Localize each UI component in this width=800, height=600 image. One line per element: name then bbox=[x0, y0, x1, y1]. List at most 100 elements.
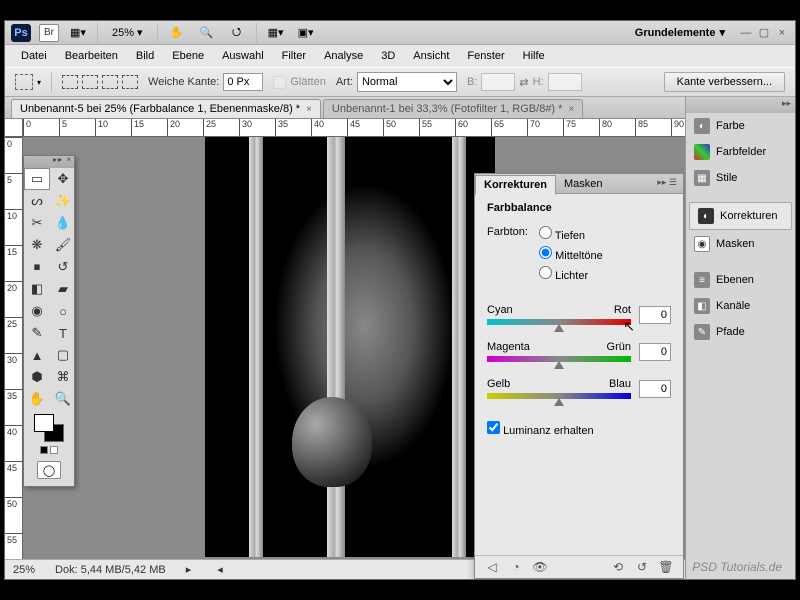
menu-datei[interactable]: Datei bbox=[13, 47, 55, 65]
ruler-vertical[interactable]: 0510152025303540455055 bbox=[5, 137, 23, 559]
ruler-horizontal[interactable]: 051015202530354045505560657075808590 bbox=[23, 119, 685, 137]
maximize-button[interactable]: ▢ bbox=[757, 26, 771, 40]
status-zoom[interactable]: 25% bbox=[13, 564, 35, 576]
close-button[interactable]: × bbox=[775, 26, 789, 40]
zoom-tool[interactable]: 🔍 bbox=[50, 388, 76, 410]
lasso-tool[interactable]: ᔕ bbox=[24, 190, 50, 212]
sel-intersect-icon[interactable] bbox=[122, 75, 138, 89]
radio-tiefen[interactable]: Tiefen bbox=[539, 226, 603, 242]
shape-tool[interactable]: ▢ bbox=[50, 344, 76, 366]
panel-pfade[interactable]: ✎Pfade bbox=[686, 319, 795, 345]
hand-tool-shortcut[interactable]: ✋ bbox=[166, 24, 188, 42]
3d-tool[interactable]: ⬢ bbox=[24, 366, 50, 388]
prev-state-icon[interactable]: ⟲ bbox=[611, 560, 625, 574]
panel-stile[interactable]: ▦Stile bbox=[686, 165, 795, 191]
menu-auswahl[interactable]: Auswahl bbox=[214, 47, 272, 65]
brush-tool[interactable]: 🖌 bbox=[50, 234, 76, 256]
color-icon: ◐ bbox=[694, 118, 710, 134]
marquee-tool[interactable]: ▭ bbox=[24, 168, 50, 190]
menu-ebene[interactable]: Ebene bbox=[164, 47, 212, 65]
style-select[interactable]: Normal bbox=[357, 72, 457, 92]
type-tool[interactable]: T bbox=[50, 322, 76, 344]
screen-mode[interactable]: ▣▾ bbox=[295, 24, 317, 42]
docs-dropdown[interactable]: ▦▾ bbox=[67, 24, 89, 42]
visibility-icon[interactable]: 👁 bbox=[533, 560, 547, 574]
value-cyan-red[interactable] bbox=[639, 306, 671, 324]
wand-tool[interactable]: ✨ bbox=[50, 190, 76, 212]
reset-icon[interactable]: ↺ bbox=[635, 560, 649, 574]
menu-analyse[interactable]: Analyse bbox=[316, 47, 371, 65]
crop-tool[interactable]: ✂ bbox=[24, 212, 50, 234]
luminance-checkbox[interactable]: Luminanz erhalten bbox=[487, 425, 594, 437]
move-tool[interactable]: ✥ bbox=[50, 168, 76, 190]
doc-tab-1[interactable]: Unbenannt-5 bei 25% (Farbbalance 1, Eben… bbox=[11, 99, 321, 118]
zoom-tool-shortcut[interactable]: 🔍 bbox=[196, 24, 218, 42]
quickmask-toggle[interactable]: ◯ bbox=[37, 461, 61, 479]
sel-new-icon[interactable] bbox=[62, 75, 78, 89]
menu-ansicht[interactable]: Ansicht bbox=[405, 47, 457, 65]
panel-ebenen[interactable]: ≡Ebenen bbox=[686, 267, 795, 293]
close-icon[interactable]: × bbox=[306, 104, 312, 115]
dodge-tool[interactable]: ○ bbox=[50, 300, 76, 322]
panel-farbfelder[interactable]: Farbfelder bbox=[686, 139, 795, 165]
value-magenta-green[interactable] bbox=[639, 343, 671, 361]
status-menu-icon[interactable]: ▸ bbox=[186, 563, 192, 576]
toolbox-header[interactable] bbox=[24, 156, 74, 168]
refine-edge-button[interactable]: Kante verbessern... bbox=[664, 72, 785, 92]
menu-filter[interactable]: Filter bbox=[274, 47, 314, 65]
radio-mitteltoene[interactable]: Mitteltöne bbox=[539, 246, 603, 262]
panel-korrekturen[interactable]: ◐Korrekturen bbox=[689, 202, 792, 230]
sel-add-icon[interactable] bbox=[82, 75, 98, 89]
minimize-button[interactable]: — bbox=[739, 26, 753, 40]
gradient-tool[interactable]: ▰ bbox=[50, 278, 76, 300]
panel-masken[interactable]: ◉Masken bbox=[686, 231, 795, 257]
slider-magenta-green[interactable] bbox=[487, 356, 631, 362]
radio-lichter[interactable]: Lichter bbox=[539, 266, 603, 282]
eyedropper-tool[interactable]: 💧 bbox=[50, 212, 76, 234]
trash-icon[interactable]: 🗑 bbox=[659, 560, 673, 574]
zoom-select[interactable]: 25%▾ bbox=[106, 26, 149, 39]
slider-yellow-blue[interactable] bbox=[487, 393, 631, 399]
menu-3d[interactable]: 3D bbox=[373, 47, 403, 65]
foreground-color[interactable] bbox=[34, 414, 54, 432]
tool-preset-icon[interactable] bbox=[15, 74, 33, 90]
menu-fenster[interactable]: Fenster bbox=[459, 47, 512, 65]
document-canvas[interactable] bbox=[205, 137, 495, 557]
clip-icon[interactable]: ◔ bbox=[509, 560, 523, 574]
rotate-view-shortcut[interactable]: ⭯ bbox=[226, 24, 248, 42]
bridge-logo[interactable]: Br bbox=[39, 24, 59, 42]
panel-group-header[interactable] bbox=[686, 97, 795, 113]
tab-masken[interactable]: Masken bbox=[556, 175, 611, 193]
panel-collapse-icon[interactable]: ▸▸ ☰ bbox=[657, 177, 677, 188]
hand-tool[interactable]: ✋ bbox=[24, 388, 50, 410]
history-brush-tool[interactable]: ↺ bbox=[50, 256, 76, 278]
panel-title: Farbbalance bbox=[487, 202, 671, 214]
feather-input[interactable] bbox=[223, 73, 263, 91]
close-icon[interactable]: × bbox=[568, 104, 574, 115]
sel-sub-icon[interactable] bbox=[102, 75, 118, 89]
foreground-background-swatch[interactable] bbox=[34, 414, 64, 442]
tab-korrekturen[interactable]: Korrekturen bbox=[475, 175, 556, 195]
menu-hilfe[interactable]: Hilfe bbox=[515, 47, 553, 65]
panel-farbe[interactable]: ◐Farbe bbox=[686, 113, 795, 139]
antialias-label: Glätten bbox=[290, 76, 325, 88]
pen-tool[interactable]: ✎ bbox=[24, 322, 50, 344]
menu-bild[interactable]: Bild bbox=[128, 47, 162, 65]
3d-cam-tool[interactable]: ⌘ bbox=[50, 366, 76, 388]
scroll-left-icon[interactable]: ◂ bbox=[217, 563, 223, 576]
arrange-docs[interactable]: ▦▾ bbox=[265, 24, 287, 42]
eraser-tool[interactable]: ◧ bbox=[24, 278, 50, 300]
workspace-switcher[interactable]: Grundelemente▾ bbox=[629, 26, 731, 39]
value-yellow-blue[interactable] bbox=[639, 380, 671, 398]
farbton-label: Farbton: bbox=[487, 226, 528, 238]
stamp-tool[interactable]: ⏹ bbox=[24, 256, 50, 278]
menu-bearbeiten[interactable]: Bearbeiten bbox=[57, 47, 126, 65]
slider-cyan-red[interactable] bbox=[487, 319, 631, 325]
panel-kanaele[interactable]: ◧Kanäle bbox=[686, 293, 795, 319]
doc-tab-2[interactable]: Unbenannt-1 bei 33,3% (Fotofilter 1, RGB… bbox=[323, 99, 583, 118]
ruler-origin[interactable] bbox=[5, 119, 23, 137]
path-select-tool[interactable]: ▲ bbox=[24, 344, 50, 366]
heal-tool[interactable]: ❋ bbox=[24, 234, 50, 256]
blur-tool[interactable]: ◉ bbox=[24, 300, 50, 322]
back-icon[interactable]: ◁ bbox=[485, 560, 499, 574]
